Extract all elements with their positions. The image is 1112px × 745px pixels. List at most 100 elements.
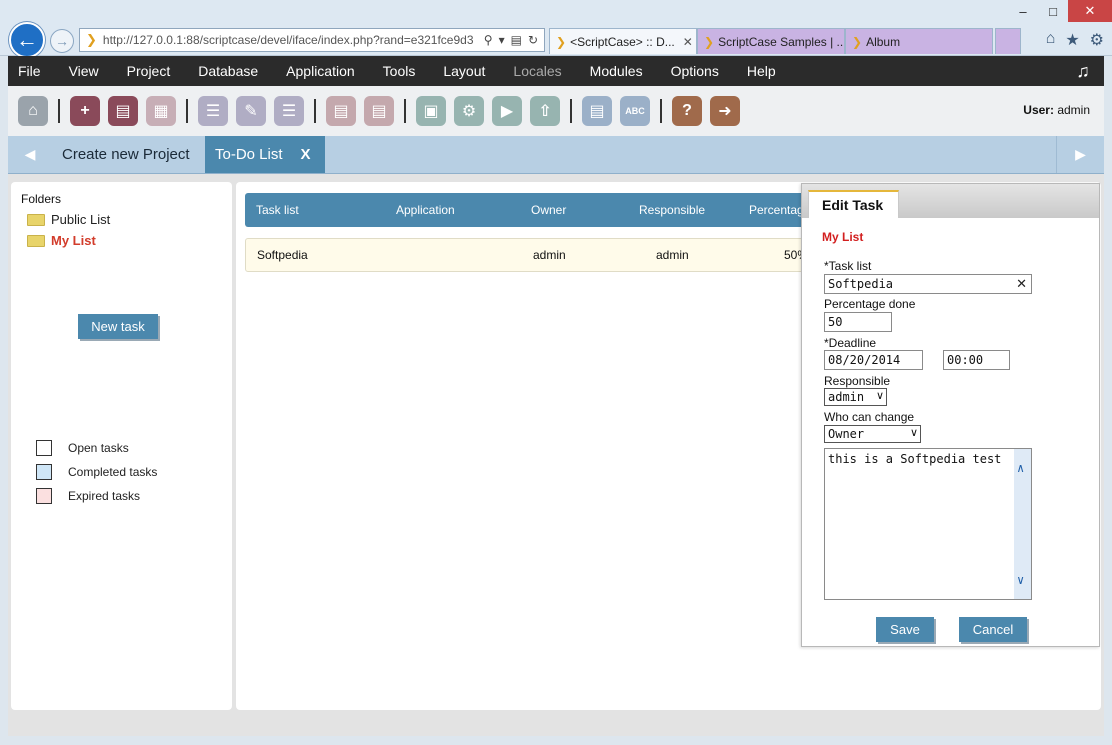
spelling-button[interactable]: ABC: [620, 96, 650, 126]
header-responsible[interactable]: Responsible: [639, 193, 705, 227]
table-row[interactable]: Softpedia admin admin 50%: [245, 238, 815, 272]
plus-icon: +: [80, 102, 90, 119]
header-task-list[interactable]: Task list: [256, 193, 299, 227]
header-percentage[interactable]: Percentag: [749, 193, 804, 227]
who-can-change-select[interactable]: Owner ∨: [824, 425, 921, 443]
toolbar-divider: [570, 99, 572, 123]
project-button[interactable]: ▦: [146, 96, 176, 126]
edit-application-button[interactable]: ✎: [236, 96, 266, 126]
folder-public-list[interactable]: Public List: [27, 212, 110, 227]
menu-application[interactable]: Application: [286, 63, 355, 79]
notes-value: this is a Softpedia test: [828, 452, 1002, 466]
tab-todo-list[interactable]: To-Do List X: [205, 136, 325, 173]
cancel-button[interactable]: Cancel: [959, 617, 1027, 642]
compat-icon[interactable]: ▤: [511, 33, 522, 47]
user-info: User: admin: [1023, 103, 1090, 117]
menu-project[interactable]: Project: [127, 63, 171, 79]
save-button[interactable]: ▣: [416, 96, 446, 126]
chevron-down-icon[interactable]: ∨: [1017, 573, 1024, 587]
play-icon: ▶: [500, 103, 514, 120]
save-task-button[interactable]: Save: [876, 617, 934, 642]
menu-locales[interactable]: Locales: [513, 63, 561, 79]
favorites-star-icon[interactable]: ★: [1065, 30, 1079, 50]
who-can-change-value: Owner: [828, 427, 865, 441]
new-task-button[interactable]: New task: [78, 314, 158, 339]
home-button[interactable]: ⌂: [18, 96, 48, 126]
legend-swatch: [36, 440, 52, 456]
back-button[interactable]: ←: [9, 22, 45, 58]
address-url[interactable]: http://127.0.0.1:88/scriptcase/devel/ifa…: [103, 33, 478, 47]
responsible-label: Responsible: [824, 374, 891, 388]
home-icon[interactable]: ⌂: [1046, 30, 1056, 50]
deadline-time-input[interactable]: 00:00: [943, 350, 1010, 370]
menu-view[interactable]: View: [69, 63, 99, 79]
percentage-label: Percentage done: [824, 297, 916, 311]
exit-button[interactable]: ➜: [710, 96, 740, 126]
site-icon: ❯: [704, 34, 715, 49]
task-list-input[interactable]: Softpedia ✕: [824, 274, 1032, 294]
folders-title: Folders: [21, 192, 62, 206]
user-label: User:: [1023, 103, 1054, 117]
database-button[interactable]: ☰: [274, 96, 304, 126]
dropdown-icon[interactable]: ▾: [499, 33, 505, 47]
search-icon[interactable]: ⚲: [484, 33, 493, 47]
clear-icon[interactable]: ✕: [1016, 276, 1027, 292]
bell-icon[interactable]: ♫: [1070, 59, 1096, 83]
dialog-tab-edit-task[interactable]: Edit Task: [808, 190, 899, 218]
scroll-left-button[interactable]: ◀: [8, 136, 52, 173]
notes-scrollbar[interactable]: ∧ ∨: [1014, 449, 1031, 599]
browser-tab-samples[interactable]: ❯ ScriptCase Samples | ...: [697, 28, 845, 54]
close-tab-icon[interactable]: ✕: [683, 35, 693, 49]
task-list-value: Softpedia: [828, 277, 894, 291]
menu-database[interactable]: Database: [198, 63, 258, 79]
database-icon: ☰: [281, 103, 297, 120]
menu-modules[interactable]: Modules: [590, 63, 643, 79]
minimize-icon[interactable]: –: [1008, 0, 1038, 22]
help-button[interactable]: ?: [672, 96, 702, 126]
settings-gear-icon[interactable]: ⚙: [1090, 30, 1104, 50]
close-icon[interactable]: ✕: [1068, 0, 1112, 22]
browser-tab-label: <ScriptCase> :: D...: [570, 34, 675, 49]
new-tab-button[interactable]: [995, 28, 1021, 54]
percentage-input[interactable]: 50: [824, 312, 892, 332]
manual-button[interactable]: ▤: [582, 96, 612, 126]
forward-button[interactable]: →: [50, 29, 74, 53]
browser-tab-scriptcase[interactable]: ❯ <ScriptCase> :: D... ✕: [549, 28, 697, 54]
scroll-right-button[interactable]: ▶: [1056, 136, 1104, 173]
legend-swatch: [36, 488, 52, 504]
document-button[interactable]: ▤: [326, 96, 356, 126]
refresh-icon[interactable]: ↻: [528, 33, 538, 47]
generate-button[interactable]: ⚙: [454, 96, 484, 126]
new-project-button[interactable]: +: [70, 96, 100, 126]
menu-options[interactable]: Options: [671, 63, 719, 79]
header-owner[interactable]: Owner: [531, 193, 566, 227]
site-icon: ❯: [852, 34, 863, 49]
toolbar-divider: [660, 99, 662, 123]
folder-my-list[interactable]: My List: [27, 233, 96, 248]
menu-layout[interactable]: Layout: [443, 63, 485, 79]
tab-create-new-project[interactable]: Create new Project: [52, 136, 200, 173]
deadline-date-input[interactable]: 08/20/2014: [824, 350, 923, 370]
close-tab-icon[interactable]: X: [301, 146, 311, 163]
app-toolbar: ⌂ + ▤ ▦ ☰ ✎ ☰ ▤ ▤ ▣ ⚙ ▶ ⇧ ▤ ABC ? ➜ User…: [8, 86, 1104, 136]
publish-button[interactable]: ⇧: [530, 96, 560, 126]
dialog-header: Edit Task: [802, 184, 1099, 218]
menu-help[interactable]: Help: [747, 63, 776, 79]
new-application-button[interactable]: ☰: [198, 96, 228, 126]
home-icon: ⌂: [28, 102, 38, 119]
chevron-up-icon[interactable]: ∧: [1017, 461, 1024, 475]
notes-textarea[interactable]: this is a Softpedia test ∧ ∨: [824, 448, 1032, 600]
menu-file[interactable]: File: [18, 63, 41, 79]
header-application[interactable]: Application: [396, 193, 455, 227]
responsible-select[interactable]: admin ∨: [824, 388, 887, 406]
maximize-icon[interactable]: □: [1038, 0, 1068, 22]
address-bar[interactable]: ❯ http://127.0.0.1:88/scriptcase/devel/i…: [79, 28, 545, 52]
documents-button[interactable]: ▤: [364, 96, 394, 126]
legend-open: Open tasks: [36, 440, 129, 456]
run-button[interactable]: ▶: [492, 96, 522, 126]
open-project-button[interactable]: ▤: [108, 96, 138, 126]
menu-tools[interactable]: Tools: [383, 63, 416, 79]
form-edit-icon: ✎: [244, 103, 258, 120]
browser-tab-album[interactable]: ❯ Album: [845, 28, 993, 54]
folder-label: My List: [51, 233, 96, 248]
